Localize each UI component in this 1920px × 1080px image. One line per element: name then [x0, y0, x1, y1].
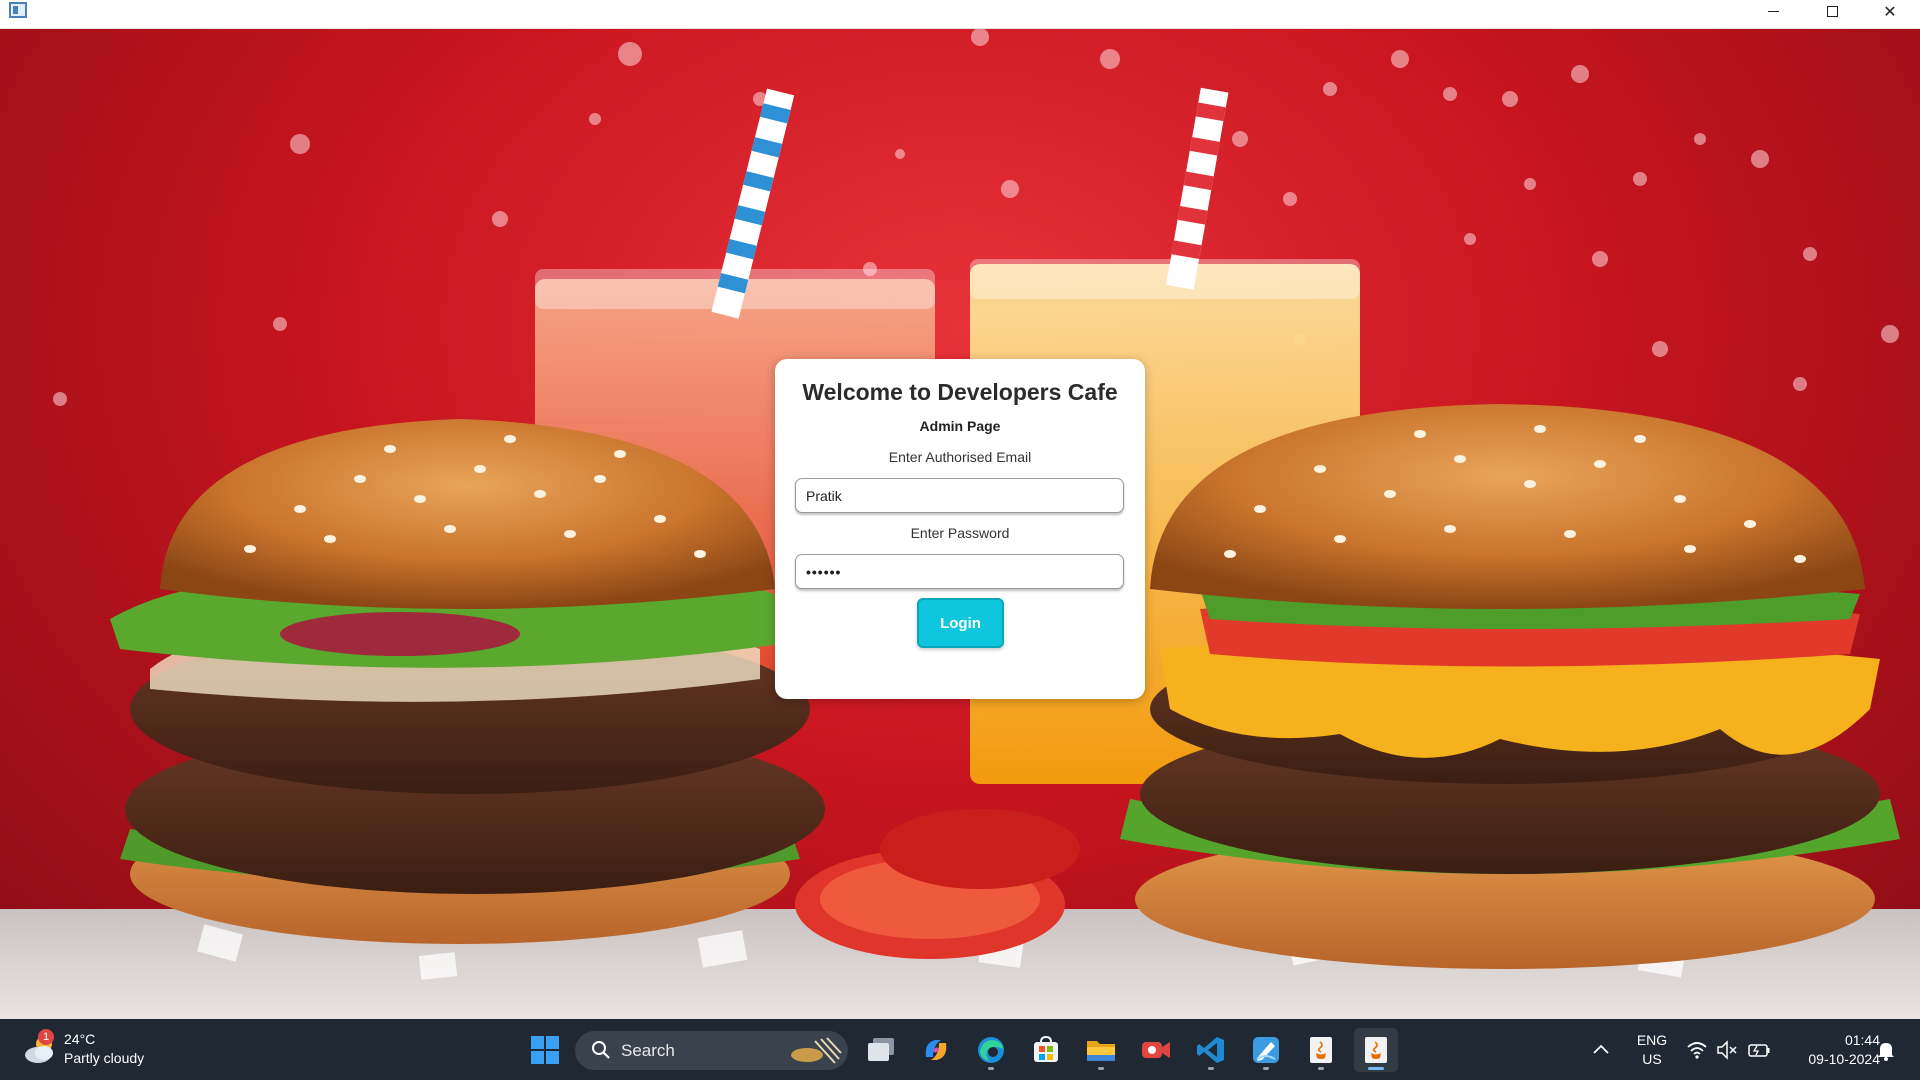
file-explorer-button[interactable]	[1079, 1028, 1123, 1072]
camera-app-button[interactable]	[1134, 1028, 1178, 1072]
system-tray-icons[interactable]	[1686, 1039, 1778, 1061]
window-title-bar: ✕	[0, 0, 1920, 29]
camera-app-icon	[1142, 1042, 1170, 1058]
weather-condition: Partly cloudy	[64, 1050, 145, 1066]
login-card: Welcome to Developers Cafe Admin Page En…	[775, 359, 1145, 699]
sketch-app-icon	[1253, 1037, 1279, 1063]
admin-page-subtitle: Admin Page	[919, 418, 1001, 434]
welcome-title: Welcome to Developers Cafe	[802, 379, 1118, 405]
clock[interactable]: 01:44 09-10-2024	[1780, 1031, 1880, 1069]
app-window-icon	[9, 2, 27, 18]
microsoft-store-icon	[1034, 1036, 1058, 1062]
language-code: ENG	[1636, 1032, 1668, 1048]
start-button[interactable]	[523, 1028, 567, 1072]
edge-running-indicator	[988, 1067, 994, 1070]
windows-start-icon	[531, 1036, 559, 1064]
explorer-running-indicator	[1098, 1067, 1104, 1070]
password-input[interactable]	[795, 554, 1124, 589]
copilot-icon	[925, 1040, 947, 1060]
java-app-active-button[interactable]	[1354, 1028, 1398, 1072]
java-active-indicator	[1368, 1067, 1384, 1070]
volume-muted-icon	[1717, 1040, 1737, 1060]
language-indicator[interactable]: ENG US	[1632, 1031, 1672, 1069]
minimize-icon	[1767, 10, 1779, 12]
clock-date: 09-10-2024	[1808, 1051, 1880, 1067]
java-app-active-icon	[1365, 1037, 1387, 1063]
sketch-app-button[interactable]	[1244, 1028, 1288, 1072]
weather-temperature: 24°C	[64, 1031, 96, 1047]
email-label: Enter Authorised Email	[888, 449, 1032, 465]
region-code: US	[1642, 1051, 1662, 1067]
weather-widget[interactable]: 1 24°C Partly cloudy	[22, 1029, 202, 1071]
search-highlight-icon	[791, 1037, 842, 1064]
close-button[interactable]: ✕	[1861, 0, 1919, 22]
vscode-button[interactable]	[1189, 1028, 1233, 1072]
task-view-icon	[868, 1038, 894, 1061]
sketch-running-indicator	[1263, 1067, 1269, 1070]
notification-bell-icon[interactable]	[1876, 1039, 1896, 1061]
vscode-running-indicator	[1208, 1067, 1214, 1070]
clock-time: 01:44	[1844, 1032, 1880, 1048]
wifi-icon	[1687, 1042, 1707, 1059]
minimize-button[interactable]	[1744, 0, 1802, 22]
maximize-icon	[1826, 5, 1838, 17]
edge-button[interactable]	[969, 1028, 1013, 1072]
copilot-button[interactable]	[914, 1028, 958, 1072]
weather-badge: 1	[38, 1029, 54, 1045]
java-running-indicator	[1318, 1067, 1324, 1070]
taskbar-search-box[interactable]: Search	[575, 1031, 848, 1070]
store-button[interactable]	[1024, 1028, 1068, 1072]
java-app-icon	[1310, 1037, 1332, 1063]
search-placeholder: Search	[621, 1041, 675, 1060]
java-app-button[interactable]	[1299, 1028, 1343, 1072]
close-icon: ✕	[1883, 1, 1897, 21]
maximize-button[interactable]	[1803, 0, 1861, 22]
file-explorer-icon	[1087, 1041, 1115, 1061]
email-input[interactable]	[795, 478, 1124, 513]
edge-icon	[978, 1037, 1004, 1063]
battery-icon	[1748, 1044, 1770, 1057]
task-view-button[interactable]	[859, 1028, 903, 1072]
chevron-up-icon[interactable]	[1589, 1039, 1613, 1059]
taskbar: 1 24°C Partly cloudy Search ENG US 01:44…	[0, 1019, 1920, 1080]
login-button[interactable]: Login	[917, 598, 1004, 648]
vscode-icon	[1197, 1037, 1224, 1063]
password-label: Enter Password	[910, 525, 1010, 541]
search-icon	[592, 1041, 610, 1059]
